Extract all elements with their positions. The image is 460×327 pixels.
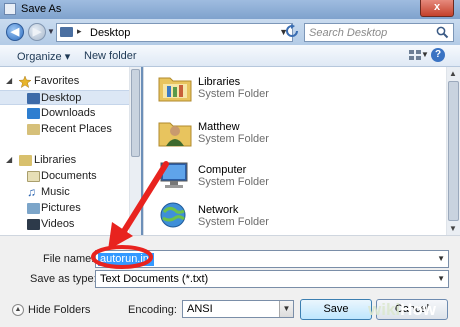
encoding-dropdown-icon[interactable]: ▼ [279,301,293,317]
file-list-scrollbar[interactable]: ▲ ▼ [446,67,460,235]
address-path[interactable]: Desktop [90,27,130,39]
sidebar-item-pictures[interactable]: Pictures [0,201,129,216]
list-item-network[interactable]: Network System Folder [158,200,358,236]
scrollbar-thumb[interactable] [131,69,140,157]
sidebar-item-downloads[interactable]: Downloads [0,106,129,121]
documents-icon [27,171,40,182]
network-icon [160,202,186,228]
sidebar-item-desktop[interactable]: Desktop [0,90,129,105]
forward-arrow-icon: ▶ [32,26,42,38]
forward-button[interactable]: ▶ [28,23,46,41]
sidebar-favorites-header[interactable]: ◢ Favorites [0,74,129,89]
list-item-matthew[interactable]: Matthew System Folder [158,117,358,153]
sidebar-item-recent-places[interactable]: Recent Places [0,122,129,137]
file-list: Libraries System Folder Matthew System F… [143,67,460,235]
sidebar-label: Favorites [34,75,80,87]
list-item-computer[interactable]: Computer System Folder [158,160,358,196]
back-button[interactable]: ◀ [6,23,24,41]
organize-button[interactable]: Organize ▾ [17,50,70,63]
file-name-field[interactable]: autorun.inf ▼ [95,250,449,268]
search-input[interactable] [309,26,429,39]
scroll-up-icon[interactable]: ▲ [449,69,457,78]
sidebar-item-label: Recent Places [41,123,112,135]
search-box[interactable] [304,23,454,42]
sidebar-item-label: Pictures [41,202,81,214]
new-folder-button[interactable]: New folder [84,50,137,62]
item-name: Network [198,204,239,216]
back-arrow-icon: ◀ [10,26,20,38]
collapse-arrow-icon[interactable]: ◢ [6,155,12,164]
close-button[interactable]: x [420,0,454,17]
toolbar: Organize ▾ New folder ▼ ? [0,45,460,67]
folder-icon [60,27,73,37]
star-icon [19,76,31,88]
file-name-dropdown-icon[interactable]: ▼ [437,254,445,263]
sidebar-item-label: Videos [41,218,75,230]
save-button[interactable]: Save [300,299,372,320]
libraries-folder-icon [158,77,192,102]
save-as-type-value: Text Documents (*.txt) [100,273,209,285]
computer-icon [160,162,188,188]
sidebar-item-label: Downloads [41,107,96,119]
sidebar-libraries-header[interactable]: ◢ Libraries [0,153,129,168]
scrollbar-thumb[interactable] [448,81,459,221]
encoding-value: ANSI [187,303,213,315]
sidebar-item-label: Documents [41,170,97,182]
sidebar-item-label: Desktop [41,92,82,104]
collapse-arrow-icon[interactable]: ◢ [6,76,12,85]
item-type: System Folder [198,88,269,100]
libraries-icon [19,155,32,166]
watermark-part2: How [400,300,437,319]
navigation-bar: ◀ ▶ ▼ ▸ Desktop ▼ [0,19,460,45]
item-type: System Folder [198,133,269,145]
encoding-select[interactable]: ANSI ▼ [182,300,294,318]
item-name: Libraries [198,76,241,88]
item-type: System Folder [198,176,269,188]
wikihow-watermark: wikiHow [368,300,436,320]
sidebar-item-videos[interactable]: Videos [0,217,129,232]
address-bar[interactable]: ▸ Desktop ▼ [56,23,293,42]
videos-icon [27,219,40,230]
item-name: Computer [198,164,247,176]
encoding-label: Encoding: [128,304,177,316]
item-type: System Folder [198,216,269,228]
recent-places-icon [27,124,40,135]
window-title: Save As [21,3,62,15]
watermark-part1: wiki [368,300,401,319]
chevron-up-icon: ▲ [12,304,24,316]
title-bar: Save As x [0,0,460,19]
save-as-type-dropdown-icon[interactable]: ▼ [437,274,445,283]
save-as-type-label: Save as type: [30,273,97,285]
pictures-icon [27,203,40,214]
file-name-value[interactable]: autorun.inf [98,253,154,266]
save-as-dialog: Save As x ◀ ▶ ▼ ▸ Desktop ▼ Organize ▾ N… [0,0,460,327]
sidebar-item-music[interactable]: ♫ Music [0,185,129,200]
save-as-type-select[interactable]: Text Documents (*.txt) ▼ [95,270,449,288]
scroll-down-icon[interactable]: ▼ [449,224,457,233]
downloads-icon [27,108,40,119]
navigation-pane: ◢ Favorites Desktop Downloads Recent Pla… [0,67,141,235]
help-button[interactable]: ? [431,48,445,62]
search-icon[interactable] [436,26,449,39]
recent-pages-dropdown-icon[interactable]: ▼ [47,27,55,36]
hide-folders-label: Hide Folders [28,304,91,316]
user-folder-icon [158,122,192,147]
file-name-label: File name: [43,253,95,265]
views-icon[interactable] [408,49,422,62]
desktop-icon [27,93,40,104]
app-icon [4,3,16,15]
music-note-icon: ♫ [27,185,36,199]
sidebar-item-label: Music [41,186,70,198]
item-name: Matthew [198,121,240,133]
sidebar-label: Libraries [34,154,77,166]
refresh-icon[interactable] [286,24,298,40]
breadcrumb-separator[interactable]: ▸ [77,26,82,37]
navigation-pane-scrollbar[interactable] [129,67,141,235]
list-item-libraries[interactable]: Libraries System Folder [158,72,358,108]
sidebar-item-documents[interactable]: Documents [0,169,129,184]
views-dropdown-icon[interactable]: ▼ [421,50,429,59]
